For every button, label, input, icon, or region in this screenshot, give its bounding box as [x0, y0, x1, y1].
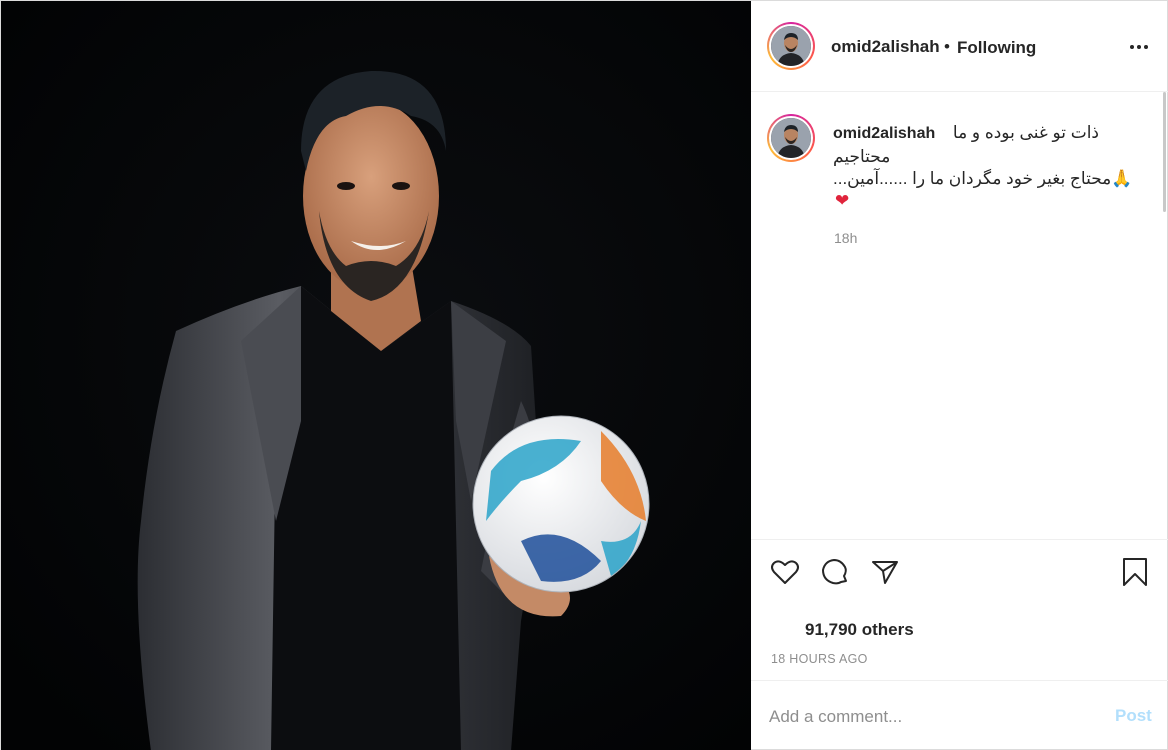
heart-icon[interactable] [769, 556, 801, 588]
share-icon[interactable] [869, 556, 901, 588]
more-horizontal-icon[interactable] [1127, 45, 1151, 51]
praying-hands-emoji: 🙏 [1111, 169, 1133, 188]
caption-text-line1: ذات تو غنی بوده و ما [952, 123, 1099, 142]
comment-icon[interactable] [819, 556, 851, 588]
following-button[interactable]: Following [957, 38, 1036, 58]
red-heart-emoji: ❤ [835, 191, 850, 210]
action-bar [751, 539, 1168, 609]
caption-text-line3: ...محتاج بغیر خود مگردان ما را ......آمی… [833, 169, 1133, 189]
post-dialog: omid2alishah • Following omid2alishah ذا… [0, 0, 1168, 750]
caption-text-line2: محتاجیم [833, 147, 891, 166]
post-comment-button[interactable]: Post [1115, 706, 1152, 726]
bookmark-icon[interactable] [1119, 556, 1151, 588]
photo-illustration [1, 1, 751, 750]
caption-area: omid2alishah ذات تو غنی بوده و ما محتاجی… [751, 92, 1168, 539]
side-panel: omid2alishah • Following omid2alishah ذا… [751, 1, 1168, 749]
comment-input[interactable] [769, 705, 1089, 729]
caption-scrollbar[interactable] [1163, 92, 1166, 212]
header-username[interactable]: omid2alishah [831, 37, 940, 57]
header-separator: • [944, 37, 950, 56]
avatar-image [771, 118, 811, 158]
comment-bar: Post [751, 680, 1168, 749]
avatar-image [771, 26, 811, 66]
post-header: omid2alishah • Following [751, 1, 1168, 92]
caption-text-line3-text: ...محتاج بغیر خود مگردان ما را ......آمی… [833, 169, 1112, 188]
caption-avatar[interactable] [767, 114, 815, 162]
header-avatar[interactable] [767, 22, 815, 70]
likes-count[interactable]: 91,790 others [805, 620, 914, 640]
post-photo[interactable] [1, 1, 751, 750]
post-timestamp[interactable]: 18 HOURS AGO [771, 652, 868, 666]
caption-time[interactable]: 18h [834, 230, 857, 246]
